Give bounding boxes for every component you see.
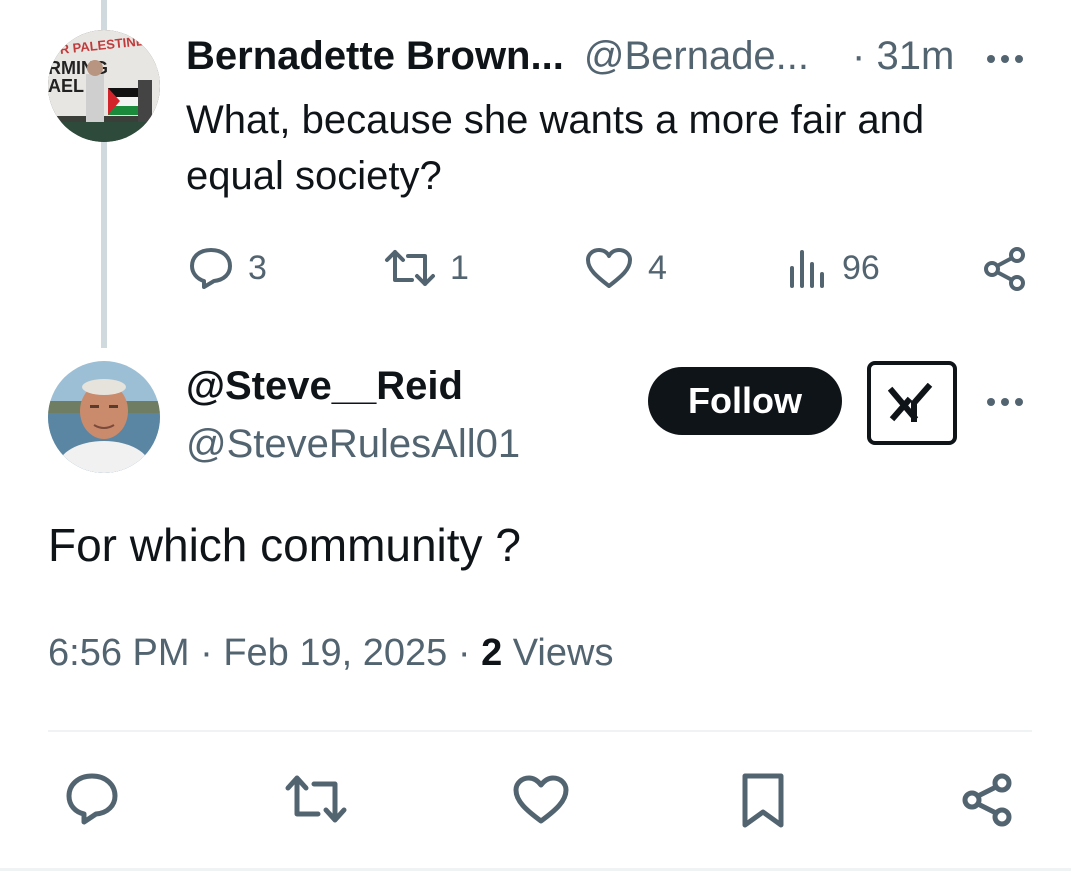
reply-display-name[interactable]: Bernadette Brown... [186, 34, 564, 79]
heart-icon [513, 775, 569, 824]
avatar-photo [48, 361, 160, 473]
meta-separator: · [200, 632, 213, 674]
tweet-date[interactable]: Feb 19, 2025 [223, 632, 447, 674]
divider [48, 730, 1032, 732]
tweet-views-count: 2 [481, 632, 503, 674]
grok-icon [888, 383, 933, 422]
more-dots-icon[interactable] [987, 55, 1023, 63]
tweet-text: For which community ? [48, 519, 521, 571]
avatar-bernadette[interactable]: R PALESTINE RMING AEL [48, 30, 160, 142]
reply-icon [190, 248, 232, 289]
reply-handle[interactable]: @Bernade... [584, 34, 809, 79]
views-count: 96 [842, 248, 880, 287]
bookmark-icon [742, 773, 784, 828]
repost-icon [385, 250, 435, 286]
reply-action-views[interactable]: 96 [786, 246, 880, 290]
more-dots-icon[interactable] [987, 398, 1023, 406]
reply-action-reply[interactable]: 3 [188, 246, 267, 290]
views-chart-icon [790, 250, 824, 288]
grok-button[interactable] [867, 361, 957, 445]
action-share-button[interactable] [960, 772, 1016, 833]
reply-header: Bernadette Brown... @Bernade... [186, 34, 809, 79]
reply-icon [66, 773, 118, 825]
avatar-sign-line-3: AEL [48, 76, 84, 96]
follow-button[interactable]: Follow [648, 367, 842, 435]
reply-action-like[interactable]: 4 [584, 246, 667, 290]
repost-icon [285, 775, 347, 823]
divider [0, 868, 1071, 871]
heart-icon [586, 248, 632, 288]
tweet-display-name[interactable]: @Steve__Reid [186, 364, 463, 409]
reply-separator: · [852, 34, 866, 78]
action-repost-button[interactable] [284, 772, 348, 831]
tweet-time[interactable]: 6:56 PM [48, 632, 190, 674]
meta-separator: · [457, 632, 471, 674]
tweet-handle[interactable]: @SteveRulesAll01 [186, 422, 520, 467]
action-reply-button[interactable] [64, 772, 120, 831]
share-icon [962, 773, 1012, 827]
action-bookmark-button[interactable] [740, 772, 786, 835]
tweet-meta: 6:56 PM · Feb 19, 2025 · 2 Views [48, 632, 613, 675]
reply-action-share[interactable] [982, 246, 1028, 292]
action-like-button[interactable] [512, 774, 570, 831]
tweet-views-label: Views [512, 632, 614, 674]
share-icon [984, 247, 1025, 291]
like-count: 4 [648, 248, 667, 287]
reply-time[interactable]: 31m [876, 34, 954, 78]
reply-text: What, because she wants a more fair and … [186, 98, 925, 198]
reply-action-repost[interactable]: 1 [384, 246, 469, 290]
repost-count: 1 [450, 248, 469, 287]
avatar-photo: R PALESTINE RMING AEL [48, 30, 160, 142]
reply-count: 3 [248, 248, 267, 287]
avatar-steve[interactable] [48, 361, 160, 473]
reply-timestamp: · 31m [852, 34, 954, 79]
